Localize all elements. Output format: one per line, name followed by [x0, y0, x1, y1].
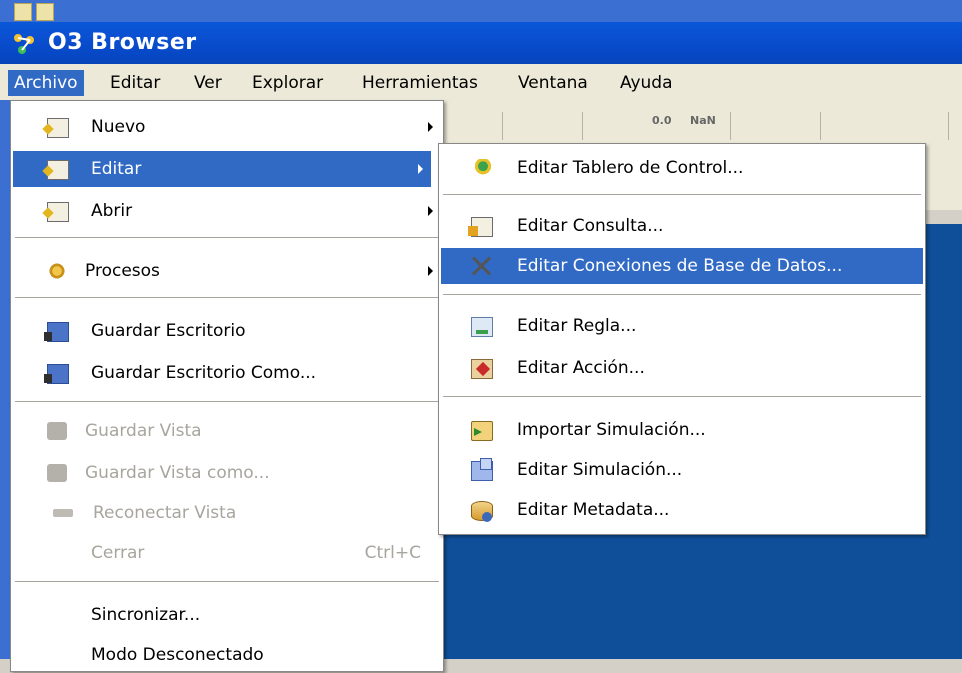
desktop-strip [0, 0, 962, 22]
menu-item-label: Editar Conexiones de Base de Datos... [517, 256, 843, 276]
submenu-arrow-icon [418, 164, 423, 174]
menu-separator [443, 294, 921, 296]
menu-item-reconectar-vista[interactable]: Reconectar Vista [13, 495, 441, 531]
menu-archivo[interactable]: Archivo [8, 70, 84, 96]
window-title: O3 Browser [48, 30, 197, 55]
menu-item-label: Guardar Vista [85, 421, 202, 441]
menu-item-editar-metadata[interactable]: Editar Metadata... [441, 492, 923, 528]
menu-editar[interactable]: Editar [104, 70, 166, 96]
menu-item-label: Editar Acción... [517, 358, 645, 378]
submenu-arrow-icon [428, 122, 433, 132]
action-icon [471, 359, 493, 379]
menu-ventana[interactable]: Ventana [512, 70, 594, 96]
menu-item-label: Editar [91, 159, 142, 179]
window-border [0, 100, 10, 659]
menu-item-editar[interactable]: Editar [13, 151, 431, 187]
menu-item-nuevo[interactable]: Nuevo [13, 109, 441, 145]
submenu-arrow-icon [428, 206, 433, 216]
database-connection-icon [471, 257, 491, 275]
menu-item-editar-consulta[interactable]: Editar Consulta... [441, 208, 923, 244]
rule-icon [471, 317, 493, 337]
menu-item-label: Editar Metadata... [517, 500, 670, 520]
save-desktop-as-icon [44, 364, 69, 384]
toolbar-decimal-button[interactable]: 0.0 [652, 114, 672, 136]
metadata-icon [471, 501, 493, 522]
menu-item-guardar-escritorio-como[interactable]: Guardar Escritorio Como... [13, 355, 441, 391]
plug-icon [53, 509, 73, 517]
toolbar-separator [582, 112, 583, 140]
import-simulation-icon [471, 421, 493, 441]
menu-item-label: Abrir [91, 201, 133, 221]
menu-item-label: Editar Tablero de Control... [517, 158, 744, 178]
menu-item-importar-simulacion[interactable]: Importar Simulación... [441, 412, 923, 448]
menu-item-editar-simulacion[interactable]: Editar Simulación... [441, 452, 923, 488]
menu-item-procesos[interactable]: Procesos [13, 253, 441, 289]
menu-herramientas[interactable]: Herramientas [356, 70, 484, 96]
menu-item-sincronizar[interactable]: Sincronizar... [13, 597, 441, 633]
menu-separator [15, 401, 439, 403]
menu-item-label: Nuevo [91, 117, 146, 137]
menu-explorar[interactable]: Explorar [246, 70, 329, 96]
camera-icon [47, 464, 67, 482]
menu-item-editar-tablero[interactable]: Editar Tablero de Control... [441, 150, 923, 186]
edit-document-icon [47, 160, 69, 180]
toolbar-separator [820, 112, 821, 140]
menu-separator [15, 581, 439, 583]
app-icon [14, 34, 34, 54]
menu-item-abrir[interactable]: Abrir [13, 193, 441, 229]
toolbar-nan-button[interactable]: NaN [690, 114, 716, 136]
toolbar-separator [730, 112, 731, 140]
menu-item-cerrar[interactable]: Cerrar Ctrl+C [13, 535, 441, 571]
menu-item-label: Cerrar [91, 543, 145, 563]
menu-item-label: Editar Simulación... [517, 460, 683, 480]
title-bar[interactable]: O3 Browser [0, 22, 962, 64]
toolbar-separator [502, 112, 503, 140]
process-gears-icon [47, 262, 67, 280]
toolbar-separator [948, 112, 949, 140]
save-desktop-icon [44, 322, 69, 342]
menu-ver[interactable]: Ver [188, 70, 228, 96]
submenu-arrow-icon [428, 266, 433, 276]
menu-item-label: Reconectar Vista [93, 503, 237, 523]
menu-item-label: Editar Consulta... [517, 216, 664, 236]
simulation-icon [471, 458, 493, 481]
menu-separator [443, 194, 921, 196]
menu-item-editar-conexiones[interactable]: Editar Conexiones de Base de Datos... [441, 248, 923, 284]
menu-item-label: Procesos [85, 261, 160, 281]
camera-icon [47, 422, 67, 440]
query-icon [468, 217, 493, 237]
archivo-menu: Nuevo Editar Abrir Procesos Guardar Escr… [10, 100, 444, 672]
menu-bar: Archivo Editar Ver Explorar Herramientas… [0, 64, 962, 101]
menu-separator [443, 396, 921, 398]
menu-item-shortcut: Ctrl+C [364, 543, 421, 563]
dashboard-icon [471, 159, 491, 177]
menu-item-label: Guardar Escritorio Como... [91, 363, 317, 383]
new-document-icon [47, 118, 69, 138]
menu-item-guardar-vista[interactable]: Guardar Vista [13, 413, 441, 449]
menu-item-editar-accion[interactable]: Editar Acción... [441, 350, 923, 386]
menu-item-label: Guardar Escritorio [91, 321, 246, 341]
open-document-icon [47, 202, 69, 222]
taskbar-icon [36, 3, 54, 21]
menu-item-label: Importar Simulación... [517, 420, 706, 440]
menu-separator [15, 237, 439, 239]
menu-item-label: Editar Regla... [517, 316, 637, 336]
editar-submenu: Editar Tablero de Control... Editar Cons… [438, 143, 926, 535]
menu-item-label: Guardar Vista como... [85, 463, 270, 483]
taskbar-icon [14, 3, 32, 21]
menu-item-label: Sincronizar... [91, 605, 201, 625]
menu-item-guardar-escritorio[interactable]: Guardar Escritorio [13, 313, 441, 349]
menu-item-guardar-vista-como[interactable]: Guardar Vista como... [13, 455, 441, 491]
menu-item-modo-desconectado[interactable]: Modo Desconectado [13, 637, 441, 673]
menu-item-editar-regla[interactable]: Editar Regla... [441, 308, 923, 344]
menu-item-label: Modo Desconectado [91, 645, 264, 665]
menu-ayuda[interactable]: Ayuda [614, 70, 679, 96]
menu-separator [15, 297, 439, 299]
